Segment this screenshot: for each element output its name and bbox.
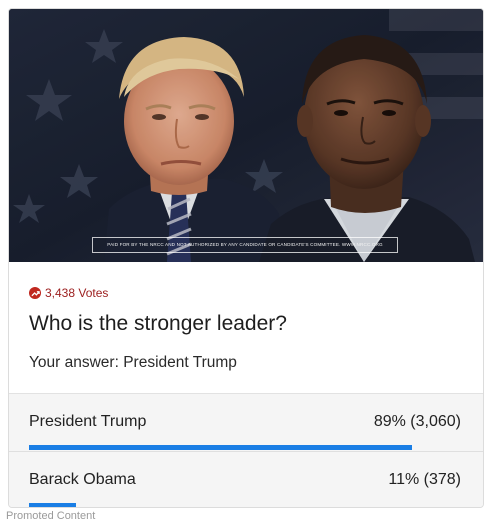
result-bar-fill	[29, 445, 412, 450]
poll-hero-image: PAID FOR BY THE NRCC AND NOT AUTHORIZED …	[9, 9, 483, 262]
result-bar-fill	[29, 503, 77, 507]
result-bar-track	[29, 503, 459, 507]
option-percentage: 11% (378)	[388, 471, 461, 488]
poll-results: President Trump 89% (3,060) Barack Obama…	[9, 393, 483, 507]
option-label: President Trump	[29, 413, 147, 430]
vote-count-label: 3,438 Votes	[45, 286, 109, 300]
option-label: Barack Obama	[29, 471, 136, 488]
trending-up-icon	[29, 287, 41, 299]
option-percentage: 89% (3,060)	[373, 413, 461, 430]
your-answer: Your answer: President Trump	[29, 354, 237, 371]
vote-count: 3,438 Votes	[29, 285, 108, 301]
promoted-content-label[interactable]: Promoted Content	[6, 510, 95, 522]
result-bar-track	[29, 445, 459, 450]
ad-disclaimer: PAID FOR BY THE NRCC AND NOT AUTHORIZED …	[92, 237, 398, 253]
poll-card: PAID FOR BY THE NRCC AND NOT AUTHORIZED …	[8, 8, 484, 508]
result-option-obama[interactable]: Barack Obama 11% (378)	[9, 451, 483, 507]
poll-question: Who is the stronger leader?	[29, 312, 287, 335]
result-option-trump[interactable]: President Trump 89% (3,060)	[9, 394, 483, 450]
